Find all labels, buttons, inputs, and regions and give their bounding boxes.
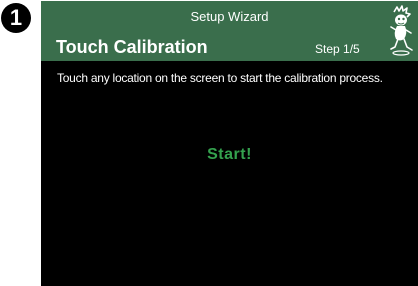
calibration-instruction: Touch any location on the screen to star… <box>57 71 383 85</box>
wizard-header: Setup Wizard Touch Calibration Step 1/5 <box>41 1 418 61</box>
wizard-title: Setup Wizard <box>190 9 269 24</box>
step-indicator: Step 1/5 <box>315 42 360 56</box>
device-screen[interactable]: Setup Wizard Touch Calibration Step 1/5 … <box>41 1 418 286</box>
start-prompt[interactable]: Start! <box>41 146 418 164</box>
cartoon-mascot-icon <box>390 5 413 56</box>
step-number-marker: 1 <box>1 3 31 33</box>
page-title: Touch Calibration <box>56 37 208 57</box>
